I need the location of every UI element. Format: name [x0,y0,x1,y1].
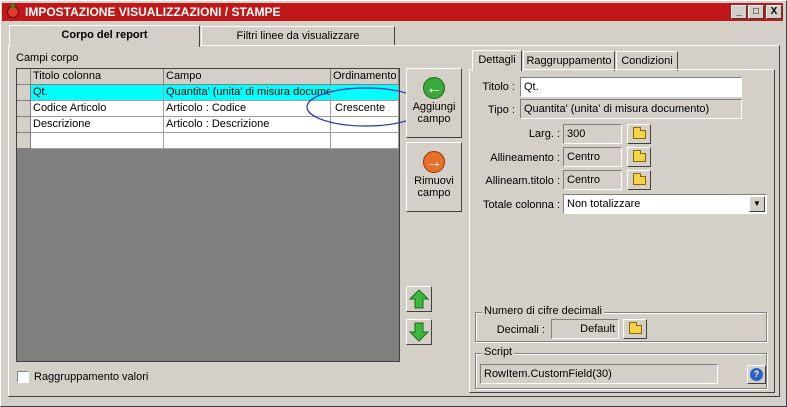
arrow-down-icon [408,322,430,342]
tab-raggruppamento[interactable]: Raggruppamento [523,51,615,71]
totale-colonna-label: Totale colonna : [482,199,560,211]
campi-corpo-label: Campi corpo [16,52,79,64]
titolo-label: Titolo : [482,81,515,93]
larg-label: Larg. : [528,128,560,140]
chevron-down-icon[interactable]: ▼ [749,196,765,212]
script-group-title: Script [482,346,515,358]
larg-field: 300 [563,124,622,144]
allineam-titolo-label: Allineam.titolo : [485,175,560,187]
allineamento-folder-button[interactable] [627,147,651,167]
decimali-label: Decimali : [496,324,545,336]
table-row[interactable] [17,133,399,149]
arrow-left-icon: ← [423,77,445,99]
column-header-titolo[interactable]: Titolo colonna [31,69,164,85]
tab-filtri-linee[interactable]: Filtri linee da visualizzare [201,26,395,46]
script-help-button[interactable]: ? [747,365,766,384]
cell-ordinamento[interactable] [331,133,399,149]
tipo-label: Tipo : [487,104,515,116]
cell-titolo[interactable]: Qt. [31,85,164,101]
column-header-campo[interactable]: Campo [164,69,331,85]
folder-icon [633,127,646,139]
cell-titolo[interactable] [31,133,164,149]
tab-condizioni[interactable]: Condizioni [616,51,678,71]
raggruppamento-label: Raggruppamento valori [34,371,149,383]
close-button[interactable]: X [766,5,782,19]
folder-icon [633,150,646,162]
minimize-button[interactable]: _ [731,5,747,19]
arrow-right-icon: → [423,151,445,173]
decimali-field: Default [551,319,619,339]
arrow-up-icon [408,289,430,309]
maximize-button[interactable]: □ [748,5,764,19]
decimali-folder-button[interactable] [623,319,647,339]
allineamento-label: Allineamento : [490,152,560,164]
cell-campo[interactable] [164,133,331,149]
script-field: RowItem.CustomField(30) [480,364,718,384]
totale-colonna-select[interactable]: Non totalizzare ▼ [563,194,767,214]
grid-header: Titolo colonna Campo Ordinamento [17,69,399,85]
raggruppamento-checkbox[interactable] [17,371,29,383]
help-icon: ? [750,368,763,381]
tab-dettagli[interactable]: Dettagli [472,50,522,71]
rimuovi-campo-button[interactable]: → Rimuovi campo [406,142,462,212]
move-up-button[interactable] [406,286,432,312]
allineamento-field: Centro [563,147,622,167]
window-title: IMPOSTAZIONE VISUALIZZAZIONI / STAMPE [25,5,281,19]
folder-icon [629,322,642,334]
column-header-ordinamento[interactable]: Ordinamento [331,69,399,85]
tipo-field: Quantita' (unita' di misura documento) [520,99,742,119]
allineam-titolo-field: Centro [563,170,622,190]
titolo-input[interactable]: Qt. [520,77,742,97]
aggiungi-campo-button[interactable]: ← Aggiungi campo [406,68,462,138]
cell-titolo[interactable]: Descrizione [31,117,164,133]
decimali-group-title: Numero di cifre decimali [482,305,604,317]
allineam-titolo-folder-button[interactable] [627,170,651,190]
move-down-button[interactable] [406,319,432,345]
tab-corpo-del-report[interactable]: Corpo del report [9,25,200,47]
app-tomato-icon [7,4,19,18]
larg-folder-button[interactable] [627,124,651,144]
cell-titolo[interactable]: Codice Articolo [31,101,164,117]
title-bar: IMPOSTAZIONE VISUALIZZAZIONI / STAMPE _ … [2,3,783,21]
folder-icon [633,173,646,185]
